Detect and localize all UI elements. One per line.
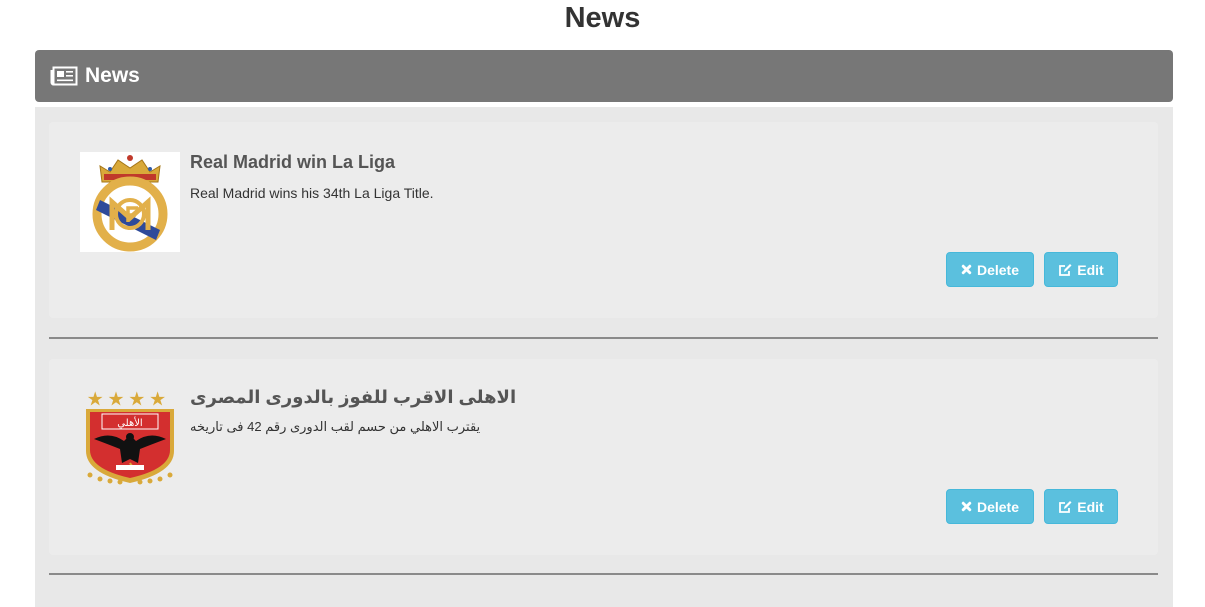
al-ahly-crest-image: الأهلي (80, 389, 180, 489)
close-icon (961, 264, 972, 275)
news-panel: News Real Madrid win La Liga Real Madrid… (35, 50, 1173, 607)
delete-button-label: Delete (976, 261, 1020, 278)
news-item: Real Madrid win La Liga Real Madrid wins… (49, 122, 1158, 318)
news-title: الاهلى الاقرب للفوز بالدورى المصرى (190, 387, 517, 407)
news-item: الأهلي الاهلى الاقرب للفوز بالدورى المصر… (49, 359, 1158, 555)
panel-heading: News (35, 50, 1173, 102)
edit-button-label: Edit (1077, 261, 1104, 278)
news-text: يقترب الاهلي من حسم لقب الدورى رقم 42 فى… (190, 419, 481, 434)
news-text: Real Madrid wins his 34th La Liga Title. (190, 185, 434, 201)
edit-button-label: Edit (1077, 498, 1104, 515)
delete-button[interactable]: Delete (946, 489, 1034, 524)
real-madrid-crest-image (80, 152, 180, 252)
panel-heading-text: News (85, 64, 140, 87)
delete-button[interactable]: Delete (946, 252, 1034, 287)
svg-text:الأهلي: الأهلي (117, 416, 142, 429)
news-list: Real Madrid win La Liga Real Madrid wins… (35, 107, 1173, 607)
divider (49, 337, 1158, 339)
page-title: News (564, 2, 641, 34)
divider (49, 573, 1158, 575)
news-title: Real Madrid win La Liga (190, 152, 396, 172)
edit-icon (1058, 500, 1072, 514)
newspaper-icon (50, 66, 78, 86)
edit-button[interactable]: Edit (1044, 489, 1118, 524)
close-icon (961, 501, 972, 512)
edit-icon (1058, 263, 1072, 277)
delete-button-label: Delete (976, 498, 1020, 515)
edit-button[interactable]: Edit (1044, 252, 1118, 287)
